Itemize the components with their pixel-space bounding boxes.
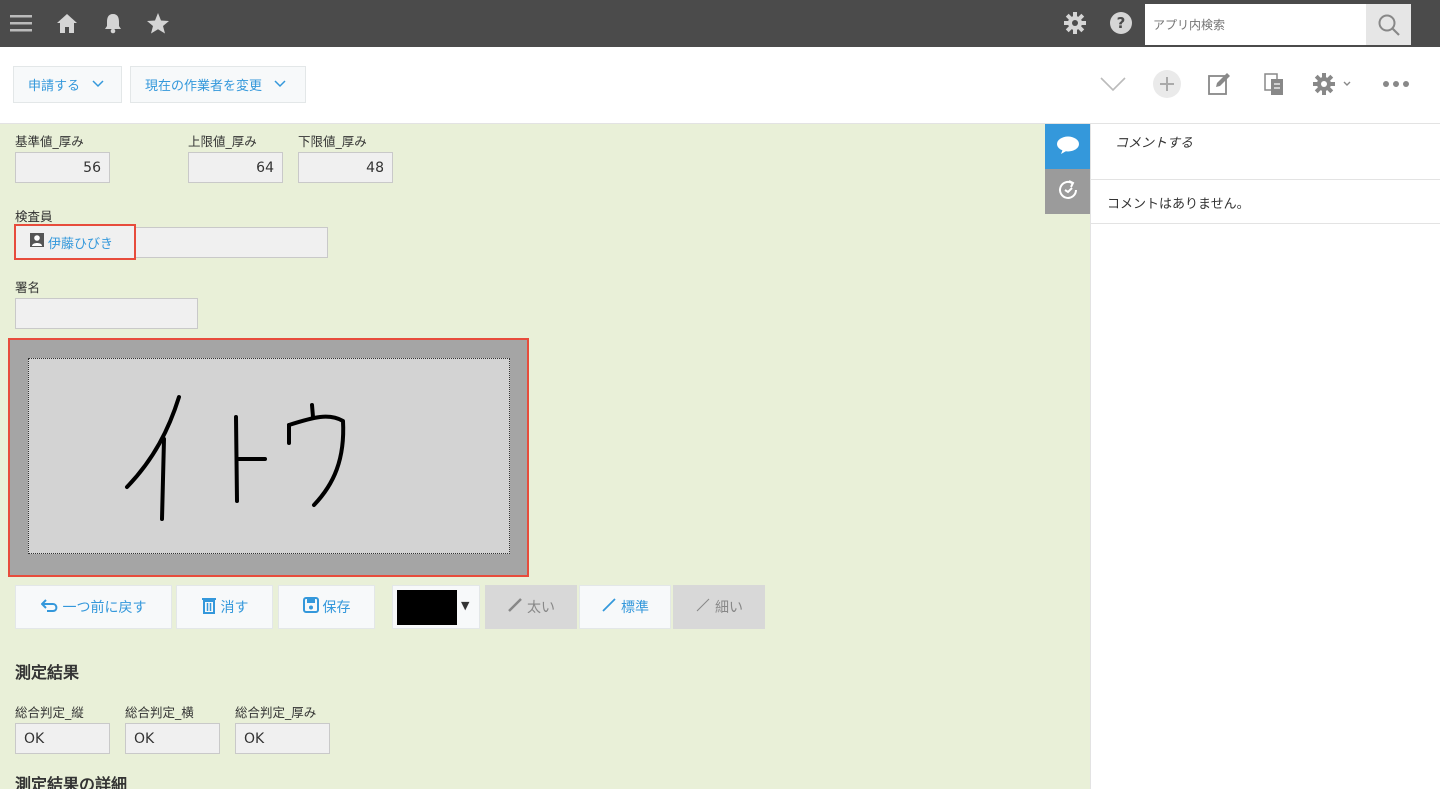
app-search-input[interactable]: [1145, 4, 1366, 45]
change-assignee-label: 現在の作業者を変更: [145, 79, 263, 94]
signature-pad-frame: [8, 338, 529, 577]
chevron-down-icon[interactable]: [1100, 69, 1126, 99]
base-thickness-label: 基準値_厚み: [15, 134, 84, 149]
upper-thickness-label: 上限値_厚み: [188, 134, 257, 149]
inspector-highlight: 伊藤ひびき: [14, 224, 136, 260]
history-icon: [1056, 178, 1080, 206]
settings-icon[interactable]: [1312, 69, 1358, 99]
save-icon: [302, 597, 319, 617]
handwritten-signature: [125, 395, 346, 521]
results-section-title: 測定結果: [15, 663, 80, 682]
pen-icon: [695, 597, 711, 617]
bell-icon[interactable]: [100, 10, 126, 36]
pen-thin-label: 細い: [715, 600, 743, 616]
speech-bubble-icon: [1055, 134, 1081, 160]
search-icon[interactable]: [1366, 4, 1411, 45]
history-tab[interactable]: [1045, 169, 1090, 214]
inspector-user-link[interactable]: 伊藤ひびき: [30, 233, 113, 252]
no-comments-message: コメントはありません。: [1091, 181, 1440, 224]
apply-label: 申請する: [28, 79, 81, 94]
details-section-title: 測定結果の詳細: [15, 775, 128, 789]
pen-thick-button[interactable]: 太い: [485, 585, 577, 629]
signature-label: 署名: [15, 280, 41, 295]
pen-icon: [601, 597, 617, 617]
comments-panel: コメントする コメントはありません。: [1090, 124, 1440, 789]
star-icon[interactable]: [145, 10, 171, 36]
save-label: 保存: [322, 600, 351, 616]
chevron-down-icon: [92, 78, 104, 91]
overall-thickness-label: 総合判定_厚み: [235, 705, 317, 720]
apply-dropdown-button[interactable]: 申請する: [13, 66, 122, 103]
overall-length-label: 総合判定_縦: [15, 705, 84, 720]
overall-width-label: 総合判定_横: [125, 705, 194, 720]
overall-thickness-field: OK: [235, 723, 330, 754]
undo-label: 一つ前に戻す: [62, 600, 147, 616]
lower-thickness-label: 下限値_厚み: [298, 134, 367, 149]
lower-thickness-field: 48: [298, 152, 393, 183]
overall-length-field: OK: [15, 723, 110, 754]
pen-thin-button[interactable]: 細い: [673, 585, 765, 629]
overall-width-field: OK: [125, 723, 220, 754]
duplicate-icon[interactable]: [1262, 69, 1286, 99]
side-panel-tabs: [1045, 124, 1090, 214]
inspector-label: 検査員: [15, 209, 53, 224]
signature-field: [15, 298, 198, 329]
gear-icon[interactable]: [1062, 10, 1088, 36]
upper-thickness-field: 64: [188, 152, 283, 183]
user-icon: [30, 233, 44, 251]
edit-icon[interactable]: [1206, 69, 1232, 99]
add-record-icon[interactable]: [1152, 69, 1182, 99]
pen-icon: [507, 597, 523, 617]
inspector-name: 伊藤ひびき: [48, 236, 114, 252]
help-icon[interactable]: ?: [1108, 10, 1134, 36]
record-action-bar: 申請する 現在の作業者を変更: [0, 47, 1440, 124]
global-header: ?: [0, 0, 1440, 47]
more-icon[interactable]: [1382, 69, 1410, 99]
base-thickness-field: 56: [15, 152, 110, 183]
comments-tab[interactable]: [1045, 124, 1090, 169]
save-button[interactable]: 保存: [278, 585, 375, 629]
pen-color-swatch: [397, 590, 457, 625]
trash-icon: [201, 597, 217, 618]
chevron-down-icon: [274, 78, 286, 91]
menu-icon[interactable]: [8, 10, 34, 36]
home-icon[interactable]: [54, 10, 80, 36]
dropdown-arrow-icon: ▼: [461, 599, 470, 612]
clear-button[interactable]: 消す: [176, 585, 273, 629]
svg-text:?: ?: [1117, 14, 1126, 32]
change-assignee-dropdown-button[interactable]: 現在の作業者を変更: [130, 66, 306, 103]
clear-label: 消す: [220, 600, 249, 616]
pen-thick-label: 太い: [527, 600, 555, 616]
comment-input[interactable]: コメントする: [1091, 124, 1440, 180]
undo-button[interactable]: 一つ前に戻す: [15, 585, 172, 629]
pen-normal-button[interactable]: 標準: [579, 585, 671, 629]
pen-normal-label: 標準: [621, 600, 649, 616]
undo-icon: [40, 597, 59, 617]
signature-canvas[interactable]: [28, 358, 510, 554]
pen-color-select[interactable]: ▼: [392, 585, 480, 629]
